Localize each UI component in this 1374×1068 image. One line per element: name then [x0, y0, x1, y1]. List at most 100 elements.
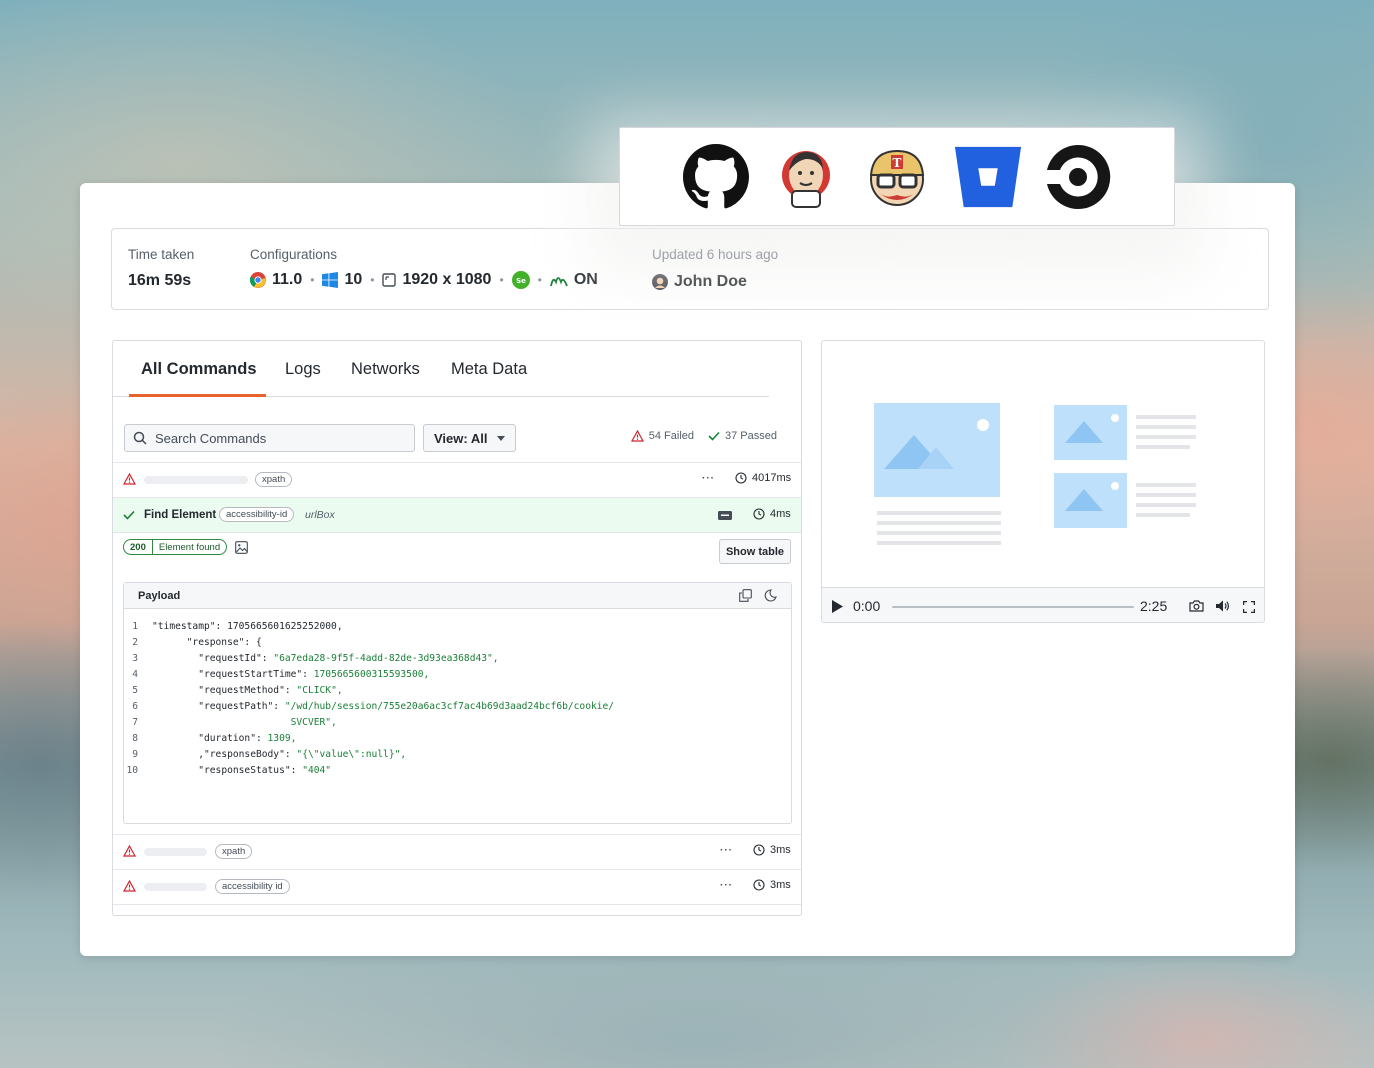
payload-header: Payload	[124, 583, 791, 609]
github-icon[interactable]	[681, 142, 751, 212]
payload-title: Payload	[138, 589, 181, 602]
selenium-icon: Se	[511, 271, 530, 289]
show-table-button[interactable]: Show table	[719, 539, 791, 564]
code-key: "response": {	[186, 637, 262, 648]
resolution-icon	[382, 273, 397, 287]
command-row[interactable]: xpath ··· 4017ms	[113, 462, 801, 497]
chevron-down-icon	[497, 435, 505, 441]
bitbucket-icon[interactable]	[953, 142, 1023, 212]
video-progress-bar[interactable]	[892, 606, 1134, 608]
windows-icon	[322, 272, 339, 288]
passed-stat[interactable]: 37 Passed	[708, 430, 777, 442]
command-row-expanded[interactable]: Find Element accessibility-id urlBox 4ms	[113, 497, 801, 532]
configurations-row: 11.0 • 10 • 1920 x 1080 • Se • ON	[250, 271, 598, 289]
locator-pill: xpath	[255, 472, 293, 487]
code-value: 1705665601625252000,	[227, 621, 343, 632]
duration-text: 4ms	[770, 508, 791, 520]
clock-icon	[735, 472, 747, 484]
chrome-icon	[250, 272, 266, 288]
svg-text:Se: Se	[516, 277, 526, 285]
status-code: 200	[124, 540, 153, 554]
command-duration: 4ms	[753, 508, 791, 520]
dark-mode-icon[interactable]	[764, 589, 777, 602]
view-filter-value: View: All	[434, 430, 488, 446]
line-number: 2	[132, 637, 138, 648]
more-options-button[interactable]: ···	[720, 880, 733, 891]
warning-icon	[630, 430, 644, 442]
command-title: Find Element	[144, 509, 217, 521]
user-name: John Doe	[674, 273, 747, 290]
volume-icon[interactable]	[1216, 600, 1230, 612]
result-stats: 54 Failed 37 Passed	[630, 430, 777, 442]
duration-text: 3ms	[770, 844, 791, 856]
view-filter-select[interactable]: View: All	[423, 424, 516, 452]
line-number: 3	[132, 653, 138, 664]
keyboard-icon[interactable]	[718, 511, 732, 520]
play-icon[interactable]	[832, 600, 843, 613]
tab-bar: All Commands Logs Networks Meta Data	[113, 341, 769, 397]
code-key: "responseStatus":	[198, 765, 303, 776]
search-icon	[133, 431, 147, 445]
camera-icon[interactable]	[1189, 600, 1204, 612]
search-placeholder: Search Commands	[155, 430, 267, 446]
video-player[interactable]: 0:00 2:25	[821, 340, 1265, 623]
circleci-icon[interactable]	[1043, 142, 1113, 212]
time-taken-value: 16m 59s	[128, 272, 192, 289]
travis-ci-icon[interactable]: T	[862, 142, 932, 212]
code-value: "6a7eda28-9f5f-4add-82de-3d93ea368d43",	[273, 653, 499, 664]
tab-networks[interactable]: Networks	[351, 360, 420, 379]
command-row[interactable]: xpath ··· 3ms	[113, 834, 801, 869]
clock-icon	[753, 508, 765, 520]
separator-dot: •	[537, 273, 542, 287]
duration-text: 4017ms	[752, 472, 792, 484]
command-name-placeholder	[144, 476, 248, 484]
user-info: John Doe	[652, 273, 747, 291]
search-input[interactable]: Search Commands	[124, 424, 415, 452]
svg-text:T: T	[893, 156, 902, 170]
video-duration: 2:25	[1140, 598, 1168, 614]
code-line: 1 "timestamp": 1705665601625252000,	[124, 619, 791, 635]
response-status: 200 Element found	[123, 539, 248, 555]
code-key: ,"responseBody":	[198, 749, 297, 760]
code-key: "requestStartTime":	[198, 669, 314, 680]
code-value: SVCVER",	[290, 717, 337, 728]
code-key: "requestId":	[198, 653, 274, 664]
tab-meta-data[interactable]: Meta Data	[451, 360, 527, 379]
payload-viewer: Payload 1 "timestamp": 170566560162525200…	[123, 582, 792, 824]
code-line: 2 "response": {	[124, 635, 791, 651]
fullscreen-icon[interactable]	[1243, 601, 1255, 613]
command-duration: 3ms	[753, 879, 791, 891]
locator-pill: accessibility id	[215, 879, 290, 894]
tab-all-commands[interactable]: All Commands	[141, 360, 257, 379]
more-options-button[interactable]: ···	[720, 845, 733, 856]
line-number: 1	[132, 621, 138, 632]
line-number: 8	[132, 733, 138, 744]
code-key: "requestPath":	[198, 701, 285, 712]
updated-label: Updated 6 hours ago	[652, 247, 779, 262]
code-value: 1705665600315593500,	[313, 669, 430, 680]
jenkins-icon[interactable]	[771, 142, 841, 212]
copy-icon[interactable]	[739, 589, 752, 602]
payload-code: 1 "timestamp": 1705665601625252000, 2 "res…	[124, 609, 791, 779]
duration-text: 3ms	[770, 879, 791, 891]
code-line: 9 ,"responseBody": "{\"value\":null}",	[124, 747, 791, 763]
build-info-panel: Time taken 16m 59s Configurations 11.0 •…	[111, 228, 1269, 310]
code-line: 7 SVCVER",	[124, 715, 791, 731]
network-state: ON	[573, 271, 598, 288]
commands-panel: All Commands Logs Networks Meta Data Sea…	[112, 340, 802, 916]
code-value: "404"	[302, 765, 332, 776]
failed-stat[interactable]: 54 Failed	[630, 430, 694, 442]
code-line: 3 "requestId": "6a7eda28-9f5f-4add-82de-…	[124, 651, 791, 667]
more-options-button[interactable]: ···	[702, 473, 715, 484]
command-row[interactable]: accessibility id ··· 3ms	[113, 869, 801, 904]
tab-logs[interactable]: Logs	[285, 360, 321, 379]
locator-pill: xpath	[215, 844, 253, 859]
image-icon[interactable]	[235, 540, 248, 554]
